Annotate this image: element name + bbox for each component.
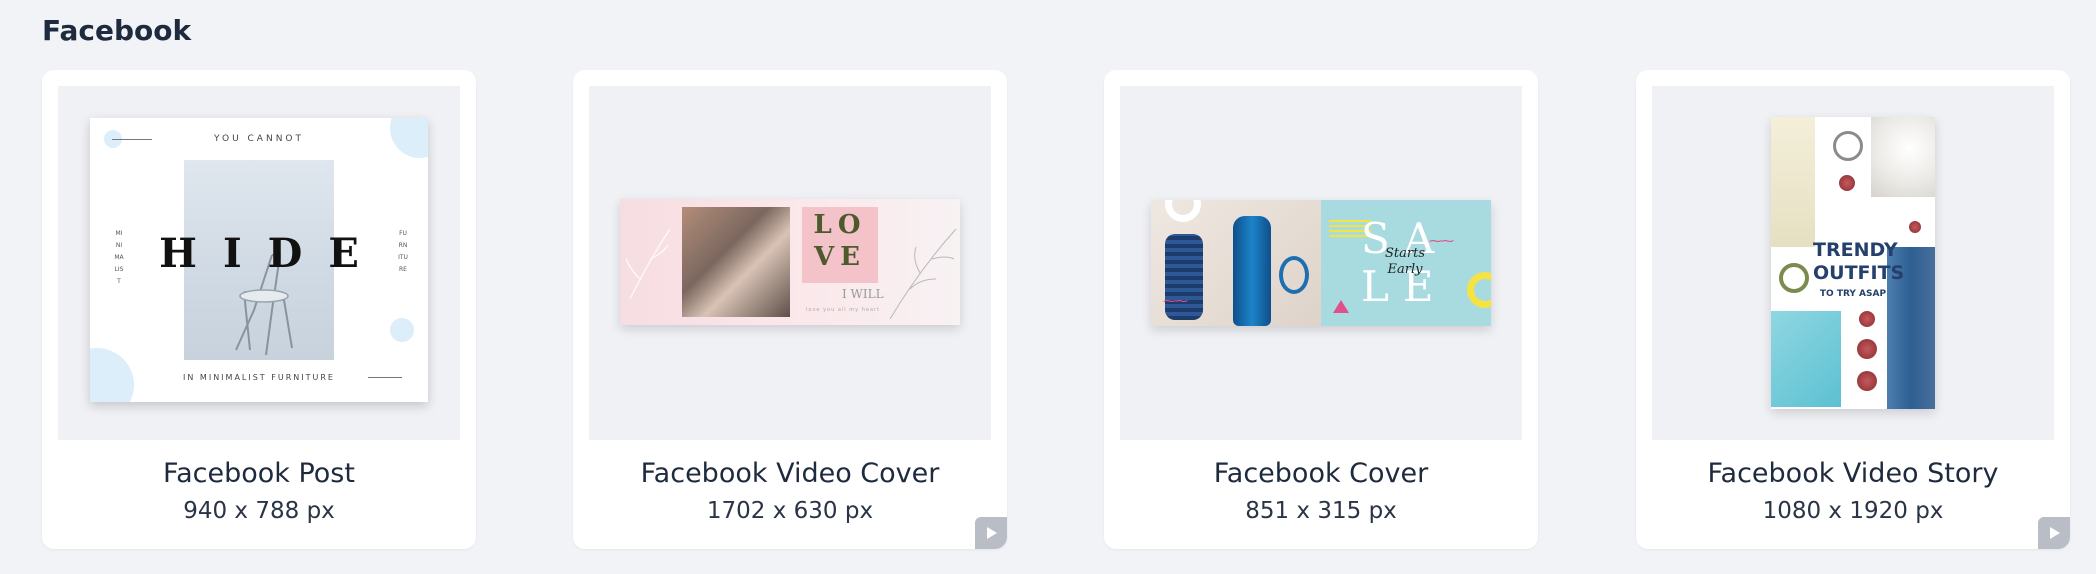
template-thumbnail: LO VE I WILL love you all my heart: [589, 86, 991, 440]
template-name: Facebook Cover: [1213, 458, 1429, 489]
template-size: 940 x 788 px: [183, 498, 335, 524]
flower: [1839, 175, 1855, 191]
facebook-templates-section: Facebook YOU CANNOT HIDE MINIMALIST FURN…: [0, 0, 2096, 574]
template-name: Facebook Video Story: [1707, 458, 1999, 489]
flower: [1857, 371, 1877, 391]
template-size: 851 x 315 px: [1245, 498, 1397, 524]
post-top-text: YOU CANNOT: [213, 134, 305, 144]
template-card-facebook-cover[interactable]: SA LE Starts Early ⁓⁓ ⁓⁓ Facebook Cover …: [1104, 70, 1538, 549]
story-subtext: TO TRY ASAP: [1819, 289, 1887, 299]
water-bottle: [1233, 216, 1271, 326]
facebook-post-preview: YOU CANNOT HIDE MINIMALIST FURNITURE IN …: [90, 118, 428, 402]
iwill-text: I WILL: [842, 287, 884, 301]
facebook-video-cover-preview: LO VE I WILL love you all my heart: [620, 199, 960, 325]
post-bottom-text: IN MINIMALIST FURNITURE: [183, 373, 335, 382]
sale-tagline: Starts Early: [1385, 246, 1425, 277]
facebook-video-story-preview: TRENDY OUTFITS TO TRY ASAP: [1771, 117, 1935, 409]
decor-circle: [390, 318, 414, 342]
decor-zigzag: ⁓⁓: [1429, 234, 1454, 249]
flower: [1909, 221, 1921, 233]
bracelet: [1833, 131, 1863, 161]
template-card-facebook-video-story[interactable]: TRENDY OUTFITS TO TRY ASAP Facebook Vide…: [1636, 70, 2070, 549]
template-name: Facebook Post: [163, 458, 355, 489]
flower: [1859, 311, 1875, 327]
video-badge: [2038, 517, 2070, 549]
template-size: 1080 x 1920 px: [1762, 498, 1944, 524]
flower: [1857, 339, 1877, 359]
template-thumbnail: TRENDY OUTFITS TO TRY ASAP: [1652, 86, 2054, 440]
section-title: Facebook: [42, 14, 192, 47]
play-icon: [2050, 527, 2060, 539]
sneakers-photo: [1871, 117, 1935, 197]
template-card-facebook-video-cover[interactable]: LO VE I WILL love you all my heart Faceb…: [573, 70, 1007, 549]
small-caption: love you all my heart: [806, 307, 881, 313]
template-size: 1702 x 630 px: [706, 498, 874, 524]
post-headline: HIDE: [159, 230, 385, 277]
sweater-photo: [1771, 117, 1815, 247]
floral-decor: [625, 228, 957, 320]
post-left-vertical-text: MINIMALIST: [114, 230, 124, 285]
decor-triangle: [1333, 300, 1349, 313]
story-headline: TRENDY OUTFITS: [1813, 239, 1905, 284]
template-thumbnail: SA LE Starts Early ⁓⁓ ⁓⁓: [1120, 86, 1522, 440]
template-thumbnail: YOU CANNOT HIDE MINIMALIST FURNITURE IN …: [58, 86, 460, 440]
love-text: LO VE: [813, 210, 867, 272]
post-right-vertical-text: FURNITURE: [398, 230, 408, 273]
bag-photo: [1771, 311, 1841, 407]
video-badge: [975, 517, 1007, 549]
template-card-facebook-post[interactable]: YOU CANNOT HIDE MINIMALIST FURNITURE IN …: [42, 70, 476, 549]
bracelet: [1779, 263, 1809, 293]
fitness-ring: [1279, 256, 1309, 294]
decor-zigzag: ⁓⁓: [1163, 294, 1188, 309]
play-icon: [987, 527, 997, 539]
facebook-cover-preview: SA LE Starts Early ⁓⁓ ⁓⁓: [1151, 200, 1491, 326]
couple-photo: [682, 207, 790, 317]
template-name: Facebook Video Cover: [640, 458, 940, 489]
